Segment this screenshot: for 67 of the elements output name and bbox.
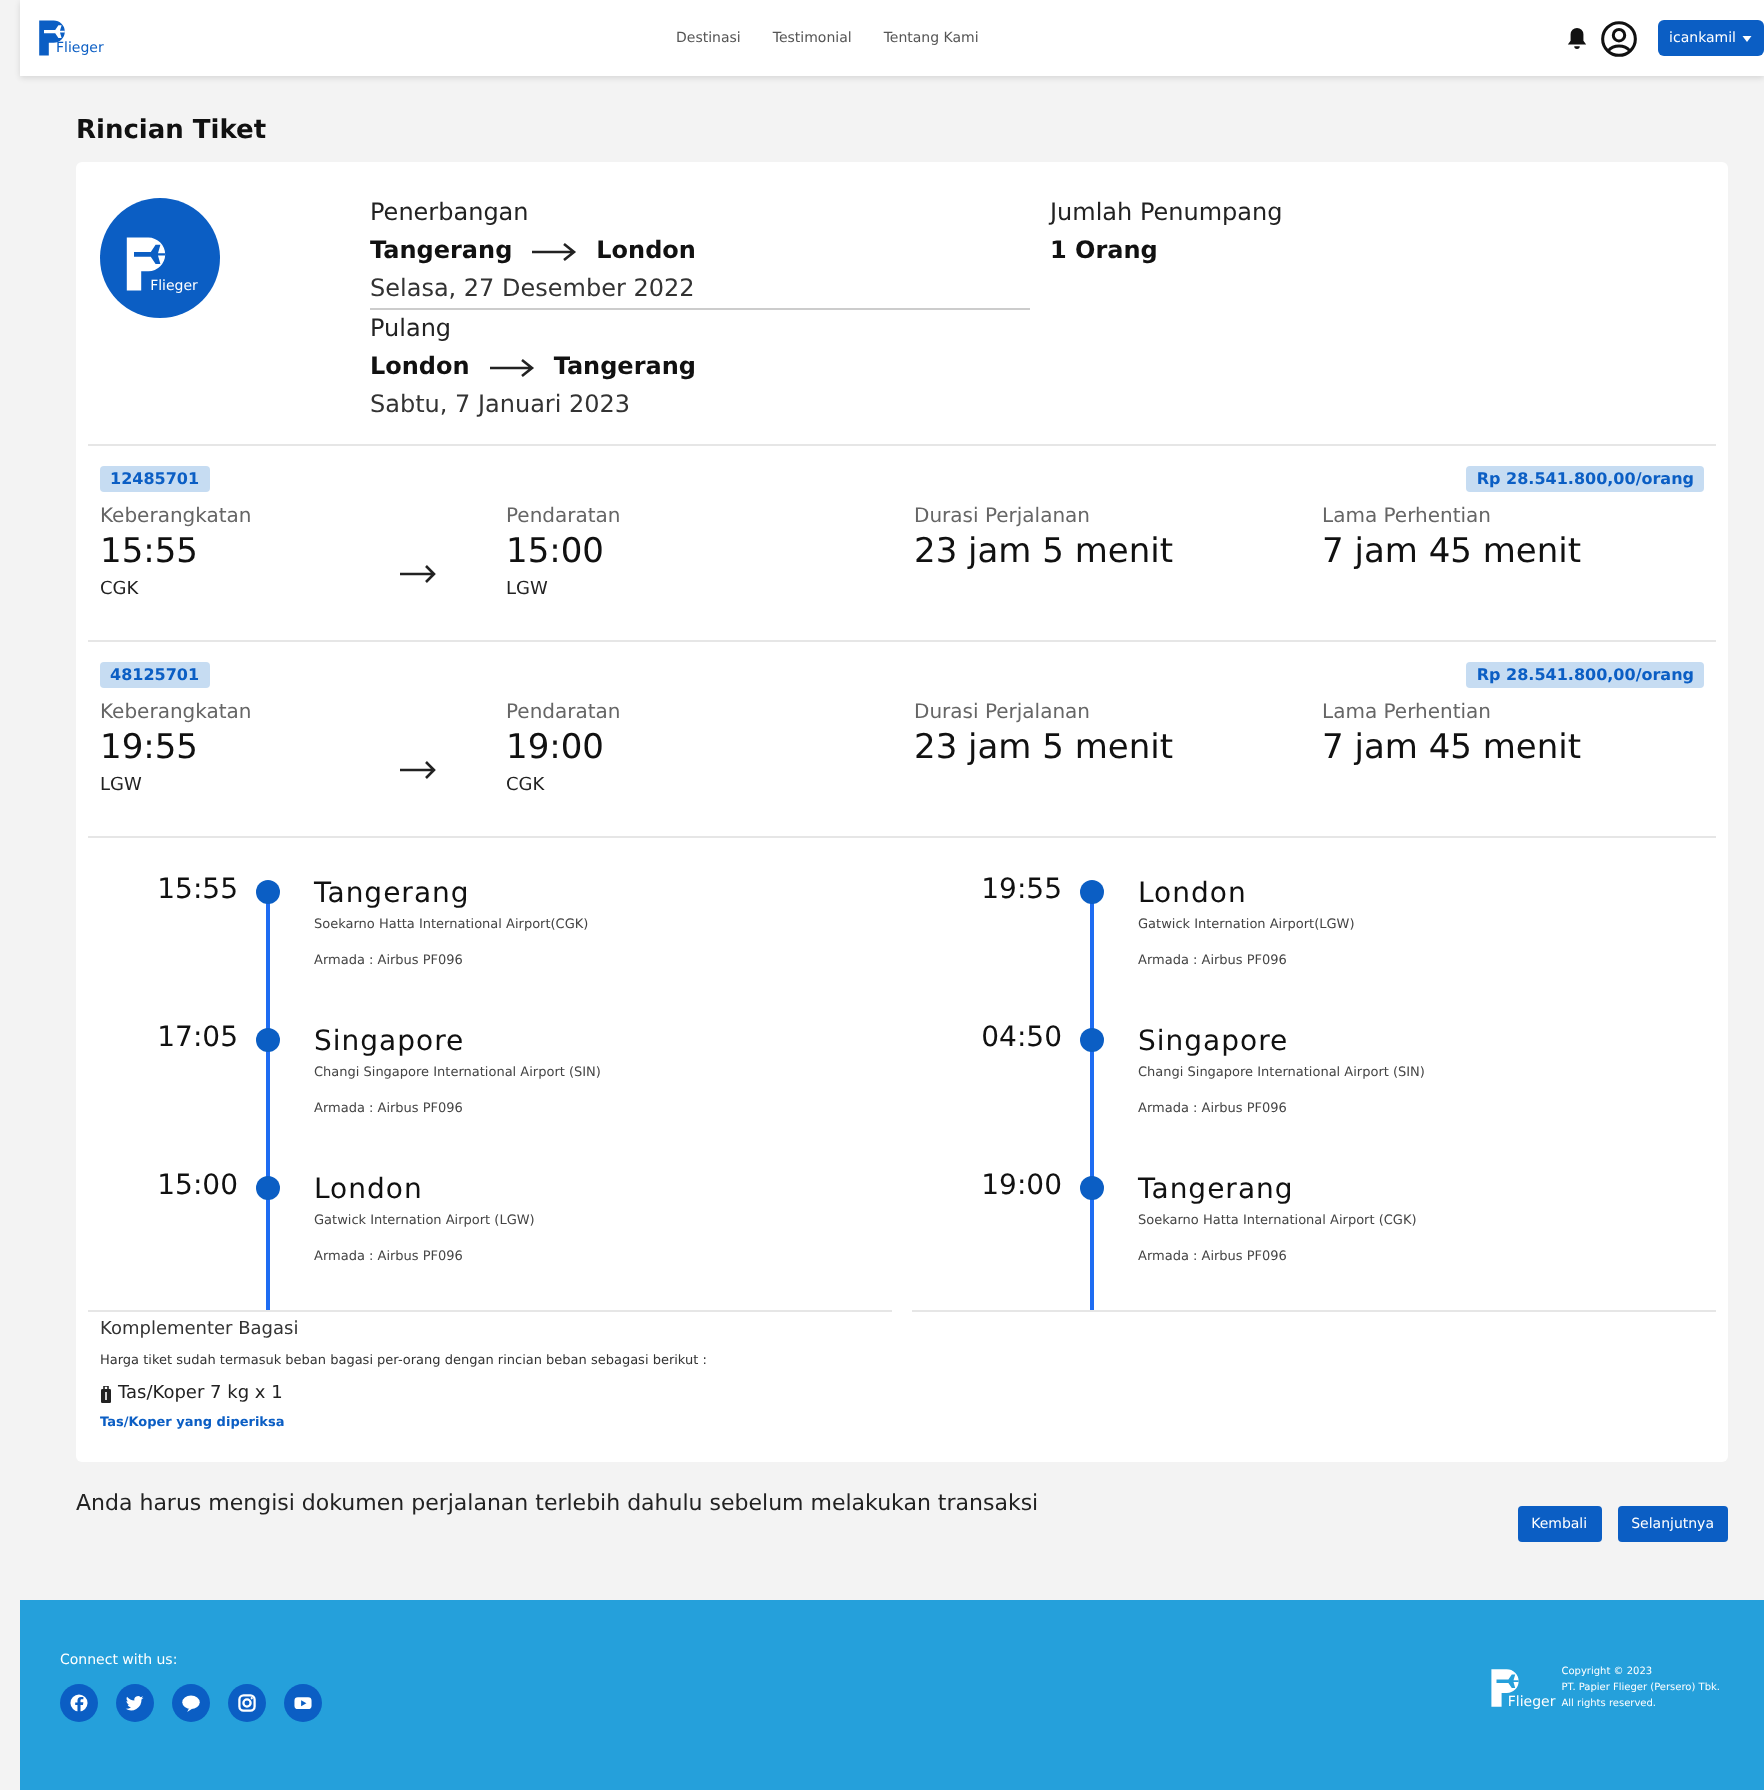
timeline-dot [256, 880, 280, 904]
arrow-icon [398, 759, 438, 779]
suitcase-icon [100, 1385, 112, 1403]
bell-icon[interactable] [1565, 26, 1588, 50]
stop-city: London [1138, 878, 1249, 910]
chat-icon[interactable] [172, 1684, 210, 1722]
stop-city: Tangerang [314, 878, 472, 910]
duration-value: 23 jam 5 menit [914, 532, 1176, 572]
youtube-icon[interactable] [284, 1684, 322, 1722]
stop-time: 15:55 [155, 872, 238, 910]
timeline-dot [256, 1176, 280, 1200]
arrival-time: 15:00 [506, 532, 606, 572]
flight-code: 12485701 [100, 466, 210, 492]
timeline-dot [256, 1028, 280, 1052]
departure-label: Keberangkatan [100, 506, 252, 528]
stop-time: 04:50 [979, 1020, 1062, 1058]
stop-time: 15:00 [155, 1168, 238, 1206]
facebook-icon[interactable] [60, 1684, 98, 1722]
arrival-time: 19:00 [506, 728, 606, 768]
stop-city: London [314, 1174, 425, 1206]
flight-date: Selasa, 27 Desember 2022 [370, 272, 697, 306]
stop-city: Singapore [1138, 1026, 1291, 1058]
duration-label: Durasi Perjalanan [914, 506, 1092, 528]
timeline-dot [1080, 1176, 1104, 1200]
notice-text: Anda harus mengisi dokumen perjalanan terlebih dahulu sebelum melakukan transaksi [76, 1490, 1039, 1516]
stop-time: 19:00 [979, 1168, 1062, 1206]
airport-code: CGK [506, 776, 547, 796]
duration-label: Durasi Perjalanan [914, 702, 1092, 724]
stop-city: Tangerang [1138, 1174, 1296, 1206]
airport-code: LGW [506, 580, 550, 600]
route-city: London [596, 234, 696, 268]
price-tag: Rp 28.541.800,00/orang [1466, 466, 1704, 492]
caret-icon [1742, 35, 1752, 42]
airport-code: LGW [100, 776, 144, 796]
route-city: Tangerang [370, 234, 513, 268]
duration-value: 23 jam 5 menit [914, 728, 1176, 768]
timeline-dot [1080, 880, 1104, 904]
leg-label: Pulang [370, 312, 454, 346]
timeline-dot [1080, 1028, 1104, 1052]
flight-date: Sabtu, 7 Januari 2023 [370, 388, 633, 422]
stopover-value: 7 jam 45 menit [1322, 728, 1584, 768]
instagram-icon[interactable] [228, 1684, 266, 1722]
stopover-label: Lama Perhentian [1322, 702, 1494, 724]
stop-city: Singapore [314, 1026, 467, 1058]
page-title: Rincian Tiket [76, 116, 269, 146]
passenger-label: Jumlah Penumpang [1050, 196, 1283, 230]
stopover-value: 7 jam 45 menit [1322, 532, 1584, 572]
route-city: Tangerang [553, 350, 696, 384]
route-city: London [370, 350, 470, 384]
passenger-count: 1 Orang [1050, 234, 1160, 268]
departure-label: Keberangkatan [100, 702, 252, 724]
airport-code: CGK [100, 580, 141, 600]
arrival-label: Pendaratan [506, 702, 623, 724]
flight-code: 48125701 [100, 662, 210, 688]
departure-time: 15:55 [100, 532, 200, 572]
stopover-label: Lama Perhentian [1322, 506, 1494, 528]
stop-time: 17:05 [155, 1020, 238, 1058]
stop-time: 19:55 [979, 872, 1062, 910]
price-tag: Rp 28.541.800,00/orang [1466, 662, 1704, 688]
baggage-title: Komplementer Bagasi [100, 1320, 301, 1340]
departure-time: 19:55 [100, 728, 200, 768]
user-icon[interactable] [1599, 19, 1638, 57]
leg-label: Penerbangan [370, 196, 531, 230]
baggage-allowance: Tas/Koper 7 kg x 1 [118, 1384, 283, 1404]
twitter-icon[interactable] [116, 1684, 154, 1722]
arrival-label: Pendaratan [506, 506, 623, 528]
arrow-icon [398, 563, 438, 583]
